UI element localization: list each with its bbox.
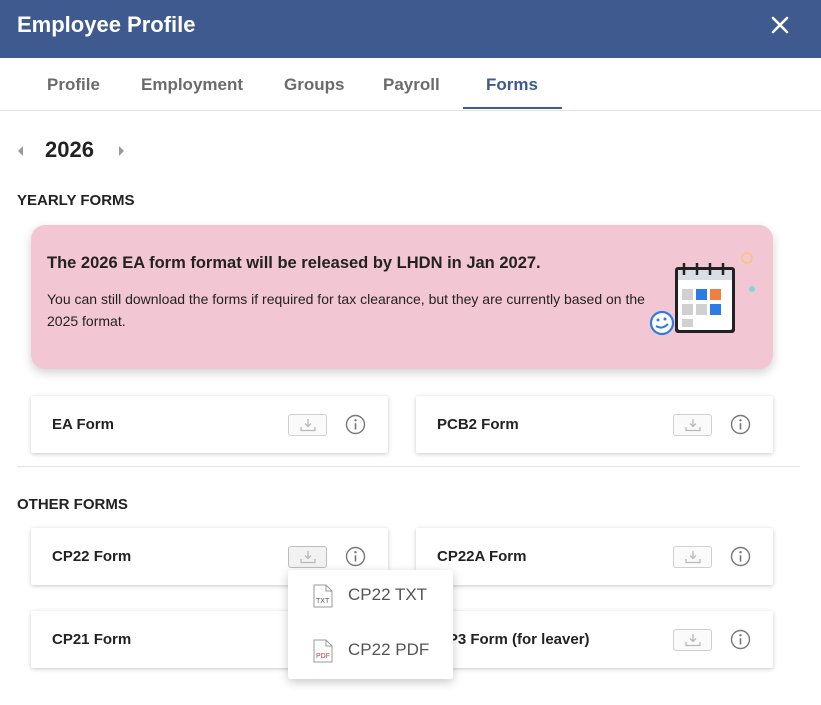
cp3-form-card: CP3 Form (for leaver) (416, 611, 773, 668)
download-button[interactable] (673, 546, 712, 568)
download-icon (300, 419, 316, 432)
download-button[interactable] (673, 414, 712, 436)
download-format-menu: TXT CP22 TXT PDF CP22 PDF (288, 570, 453, 679)
pdf-file-icon: PDF (313, 639, 333, 663)
banner-text: You can still download the forms if requ… (47, 291, 645, 329)
banner-title: The 2026 EA form format will be released… (47, 254, 541, 272)
menu-item-label: CP22 TXT (348, 585, 428, 604)
tab-bar: Profile Employment Groups Payroll Forms (0, 58, 821, 111)
header-bar: Employee Profile (0, 0, 821, 58)
info-icon[interactable] (345, 546, 366, 567)
card-label: CP22A Form (437, 548, 527, 565)
menu-item-cp22-txt[interactable]: TXT CP22 TXT (288, 570, 453, 622)
svg-text:TXT: TXT (316, 598, 330, 605)
pcb2-form-card: PCB2 Form (416, 396, 773, 453)
section-title-other: OTHER FORMS (17, 496, 128, 513)
caret-right-icon[interactable] (116, 144, 126, 158)
download-icon (300, 551, 316, 564)
download-button[interactable] (673, 629, 712, 651)
page-title: Employee Profile (17, 12, 196, 37)
info-icon[interactable] (730, 414, 751, 435)
card-label: CP22 Form (52, 548, 132, 565)
info-banner: The 2026 EA form format will be released… (31, 225, 773, 369)
section-divider (17, 466, 800, 467)
tab-groups[interactable]: Groups (284, 75, 344, 95)
menu-item-label: CP22 PDF (348, 640, 430, 659)
cp22a-form-card: CP22A Form (416, 528, 773, 585)
info-icon[interactable] (345, 414, 366, 435)
tab-payroll[interactable]: Payroll (383, 75, 440, 95)
card-label: CP21 Form (52, 631, 132, 648)
card-label: PCB2 Form (437, 416, 519, 433)
menu-item-cp22-pdf[interactable]: PDF CP22 PDF (288, 625, 453, 677)
year-value: 2026 (45, 137, 94, 162)
card-label: EA Form (52, 416, 114, 433)
download-icon (685, 419, 701, 432)
download-button[interactable] (288, 546, 327, 568)
active-tab-indicator (463, 107, 562, 109)
info-icon[interactable] (730, 546, 751, 567)
section-title-yearly: YEARLY FORMS (17, 192, 135, 209)
tab-employment[interactable]: Employment (141, 75, 243, 95)
close-icon[interactable] (766, 11, 794, 39)
caret-left-icon[interactable] (16, 144, 26, 158)
svg-text:PDF: PDF (316, 653, 330, 660)
ea-form-card: EA Form (31, 396, 388, 453)
txt-file-icon: TXT (313, 584, 333, 608)
download-icon (685, 551, 701, 564)
tab-profile[interactable]: Profile (47, 75, 100, 95)
download-button[interactable] (288, 414, 327, 436)
calendar-illustration (649, 249, 759, 341)
tab-forms[interactable]: Forms (486, 75, 538, 95)
info-icon[interactable] (730, 629, 751, 650)
card-label: CP3 Form (for leaver) (437, 631, 590, 648)
download-icon (685, 634, 701, 647)
